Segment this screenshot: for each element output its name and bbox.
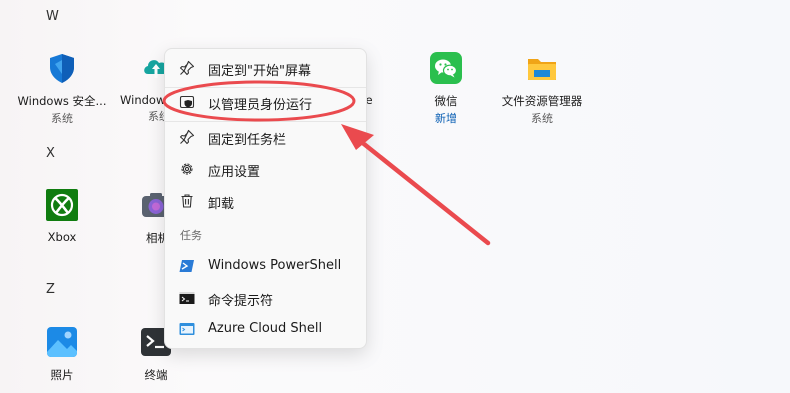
menu-item-app-settings[interactable]: 应用设置 bbox=[165, 155, 366, 183]
section-letter-z: Z bbox=[46, 282, 55, 297]
app-name: 文件资源管理器 bbox=[501, 94, 583, 108]
task-item-cmd[interactable]: 命令提示符 bbox=[165, 284, 366, 312]
tasks-heading: 任务 bbox=[180, 229, 202, 242]
menu-item-label: 以管理员身份运行 bbox=[208, 98, 313, 113]
app-name: Xbox bbox=[47, 230, 77, 244]
powershell-icon bbox=[179, 258, 195, 274]
menu-item-label: 应用设置 bbox=[208, 165, 261, 180]
xbox-icon bbox=[46, 189, 78, 221]
menu-item-uninstall[interactable]: 卸载 bbox=[165, 187, 366, 215]
folder-icon bbox=[526, 52, 558, 84]
app-name: 照片 bbox=[50, 368, 74, 382]
trash-icon bbox=[179, 193, 195, 209]
new-badge: 新增 bbox=[435, 112, 457, 125]
menu-item-label: 固定到任务栏 bbox=[208, 133, 287, 148]
menu-divider bbox=[165, 121, 366, 122]
menu-item-label: 命令提示符 bbox=[208, 294, 274, 309]
menu-item-label: Windows PowerShell bbox=[208, 258, 342, 273]
annotation-arrow-shaft bbox=[356, 137, 491, 246]
app-windows-security[interactable]: Windows 安全... 系统 bbox=[16, 52, 108, 126]
cmd-icon bbox=[179, 290, 195, 306]
menu-item-pin-to-taskbar[interactable]: 固定到任务栏 bbox=[165, 123, 366, 151]
menu-item-pin-to-start[interactable]: 固定到"开始"屏幕 bbox=[165, 54, 366, 82]
task-item-cloud-shell[interactable]: Azure Cloud Shell bbox=[165, 315, 366, 343]
pin-icon bbox=[179, 60, 195, 76]
app-name: Windows 安全... bbox=[17, 94, 107, 108]
menu-item-run-as-admin[interactable]: 以管理员身份运行 bbox=[165, 88, 366, 116]
menu-item-label: 固定到"开始"屏幕 bbox=[208, 64, 311, 79]
task-item-powershell[interactable]: Windows PowerShell bbox=[165, 252, 366, 280]
admin-shield-icon bbox=[179, 94, 195, 110]
app-name: 微信 bbox=[434, 94, 458, 108]
cloud-shell-icon bbox=[179, 321, 195, 337]
menu-item-label: 卸载 bbox=[208, 197, 235, 212]
app-category: 系统 bbox=[531, 112, 553, 125]
pin-icon bbox=[179, 129, 195, 145]
photos-icon bbox=[46, 326, 78, 358]
app-category: 系统 bbox=[51, 112, 73, 125]
section-letter-x: X bbox=[46, 146, 55, 161]
app-wechat[interactable]: 微信 新增 bbox=[400, 52, 492, 126]
app-photos[interactable]: 照片 bbox=[16, 326, 108, 383]
wechat-icon bbox=[430, 52, 462, 84]
app-name: 终端 bbox=[144, 368, 168, 382]
windows-security-icon bbox=[46, 52, 78, 84]
app-xbox[interactable]: Xbox bbox=[16, 189, 108, 244]
app-file-explorer[interactable]: 文件资源管理器 系统 bbox=[496, 52, 588, 126]
gear-icon bbox=[179, 161, 195, 177]
menu-item-label: Azure Cloud Shell bbox=[208, 321, 323, 336]
section-letter-w: W bbox=[46, 9, 59, 24]
context-menu: 固定到"开始"屏幕 以管理员身份运行 固定到任务栏 应用设置 卸载 任务 Win… bbox=[164, 48, 367, 349]
